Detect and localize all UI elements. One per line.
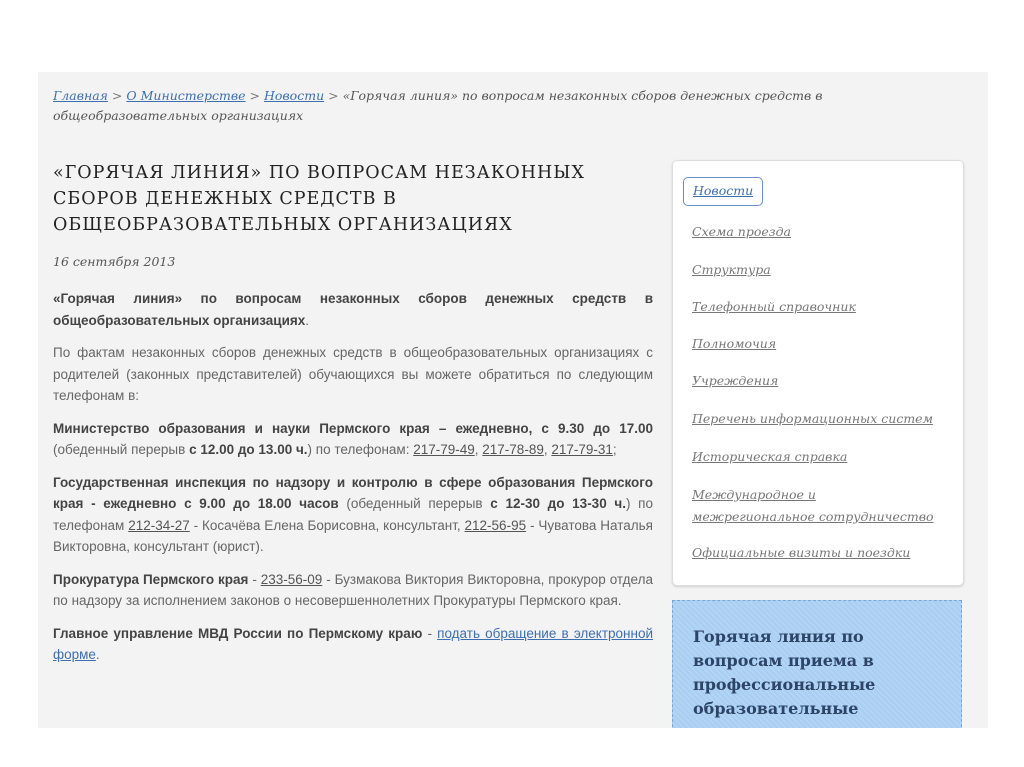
- text: -: [248, 571, 261, 587]
- breadcrumb-separator: >: [328, 88, 339, 103]
- bold-text: Главное управление МВД России по Пермско…: [53, 625, 423, 641]
- article-paragraph: «Горячая линия» по вопросам незаконных с…: [53, 288, 653, 331]
- hotline-banner[interactable]: Горячая линия по вопросам приема в профе…: [672, 600, 962, 728]
- text: По фактам незаконных сборов денежных сре…: [53, 345, 653, 403]
- phone-link[interactable]: 217-79-31: [551, 442, 613, 457]
- text: ) по телефонам:: [307, 442, 414, 457]
- text: .: [95, 647, 100, 662]
- sidebar-item[interactable]: Официальные визиты и поездки: [692, 542, 942, 564]
- text: - Косачёва Елена Борисовна, консультант,: [189, 517, 465, 533]
- sidebar-item[interactable]: Схема проезда: [692, 221, 942, 243]
- phone-link[interactable]: 212-56-95: [465, 518, 527, 533]
- sidebar-item[interactable]: Учреждения: [692, 370, 942, 392]
- sidebar-item[interactable]: Историческая справка: [692, 446, 942, 468]
- bold-text: Министерство образования и науки Пермско…: [53, 420, 653, 436]
- breadcrumb-home[interactable]: Главная: [53, 88, 108, 103]
- article-paragraph: Государственная инспекция по надзору и к…: [53, 472, 653, 558]
- phone-link[interactable]: 217-78-89: [482, 442, 544, 457]
- breadcrumb-separator: >: [111, 88, 123, 103]
- article-paragraph: Министерство образования и науки Пермско…: [53, 418, 653, 461]
- page-content: Главная > О Министерстве > Новости > «Го…: [38, 72, 988, 728]
- bold-text: с 12-30 до 13-30 ч.: [490, 496, 626, 511]
- article-paragraph: По фактам незаконных сборов денежных сре…: [53, 342, 653, 407]
- bold-text: с 12.00 до 13.00 ч.: [189, 442, 308, 457]
- hotline-text: Горячая линия по вопросам приема в профе…: [693, 627, 876, 718]
- phone-link[interactable]: 217-79-49: [413, 442, 475, 457]
- bold-text: Прокуратура Пермского края: [53, 571, 249, 587]
- text: (обеденный перерыв: [53, 442, 190, 457]
- article-body: «Горячая линия» по вопросам незаконных с…: [53, 288, 653, 677]
- breadcrumb-news[interactable]: Новости: [264, 88, 324, 103]
- breadcrumb-separator: >: [249, 88, 260, 103]
- text: (обеденный перерыв: [338, 496, 491, 511]
- article-date: 16 сентября 2013: [53, 254, 176, 269]
- sidebar-item[interactable]: Перечень информационных систем: [692, 408, 942, 430]
- phone-link[interactable]: 212-34-27: [128, 518, 190, 533]
- bold-text: «Горячая линия» по вопросам незаконных с…: [53, 291, 653, 328]
- text: -: [422, 625, 438, 641]
- phone-link[interactable]: 233-56-09: [261, 572, 323, 587]
- article-paragraph: Главное управление МВД России по Пермско…: [53, 623, 653, 666]
- sidebar-item[interactable]: Полномочия: [692, 333, 942, 355]
- breadcrumb: Главная > О Министерстве > Новости > «Го…: [53, 86, 893, 126]
- sidebar-item[interactable]: Международное и межрегиональное сотрудни…: [692, 484, 942, 528]
- text: ;: [612, 442, 617, 457]
- sidebar-item[interactable]: Структура: [692, 259, 942, 281]
- sidebar-item[interactable]: Новости: [683, 177, 764, 206]
- article-paragraph: Прокуратура Пермского края - 233-56-09 -…: [53, 569, 653, 612]
- text: .: [305, 312, 310, 328]
- sidebar-menu: Новости Схема проезда Структура Телефонный …: [672, 160, 964, 586]
- page-title: «ГОРЯЧАЯ ЛИНИЯ» ПО ВОПРОСАМ НЕЗАКОННЫХ С…: [53, 163, 585, 235]
- breadcrumb-ministry[interactable]: О Министерстве: [126, 88, 245, 103]
- sidebar-item[interactable]: Телефонный справочник: [692, 296, 942, 318]
